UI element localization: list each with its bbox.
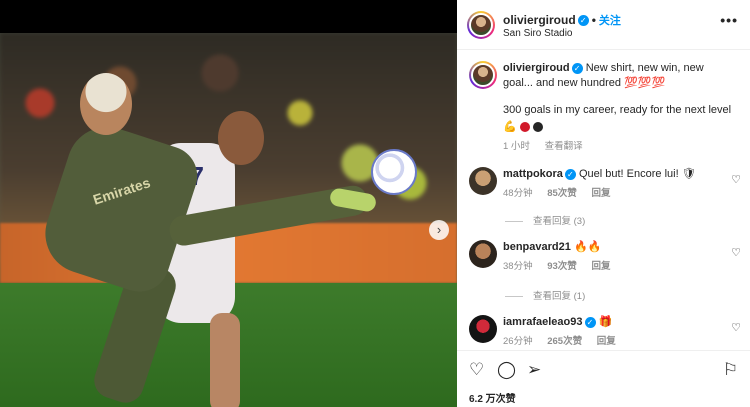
post-side-panel: oliviergiroud ✓ • 关注 San Siro Stadio ••• ol… bbox=[457, 0, 750, 407]
follow-button[interactable]: 关注 bbox=[599, 15, 621, 27]
shield-emoji-icon: 🛡 bbox=[681, 168, 696, 180]
commenter-avatar[interactable] bbox=[469, 167, 497, 195]
comment-item: mattpokora ✓ Quel but! Encore lui! 🛡 48分钟… bbox=[469, 167, 749, 207]
caption-text-2: 300 goals in my career, ready for the ne… bbox=[503, 104, 732, 116]
commenter-avatar[interactable] bbox=[469, 315, 497, 343]
post-actions-bar: ♡ ◯ ➢ ⚐ 6.2 万次赞 bbox=[457, 350, 750, 407]
more-options-icon[interactable]: ••• bbox=[720, 12, 738, 28]
heart-icon[interactable]: ♡ bbox=[469, 360, 484, 380]
post-header: oliviergiroud ✓ • 关注 San Siro Stadio ••• bbox=[457, 0, 750, 50]
author-username[interactable]: oliviergiroud bbox=[503, 13, 576, 27]
comment-likes[interactable]: 265次赞 bbox=[547, 336, 582, 347]
post-caption: oliviergiroud ✓ New shirt, new win, new g… bbox=[469, 61, 749, 161]
share-icon[interactable]: ➢ bbox=[527, 360, 541, 380]
view-replies-button[interactable]: 查看回复 (3) bbox=[505, 213, 585, 227]
hundred-emoji-icon: 💯💯💯 bbox=[624, 77, 666, 89]
like-count[interactable]: 6.2 万次赞 bbox=[469, 390, 516, 405]
reply-button[interactable]: 回复 bbox=[591, 188, 610, 199]
gift-emoji-icon: 🎁 bbox=[598, 316, 613, 328]
comment-item: benpavard21 🔥🔥 38分钟 93次赞 回复 ♡ bbox=[469, 240, 749, 280]
heart-icon[interactable]: ♡ bbox=[731, 246, 741, 259]
striker-head bbox=[80, 73, 132, 135]
post-photo-panel: 17 Emirates › bbox=[0, 0, 457, 407]
reply-button[interactable]: 回复 bbox=[591, 261, 610, 272]
comment-time: 26分钟 bbox=[503, 336, 533, 347]
caption-avatar[interactable] bbox=[469, 61, 497, 89]
caption-username[interactable]: oliviergiroud bbox=[503, 62, 570, 74]
comment-username[interactable]: iamrafaeleao93 bbox=[503, 316, 583, 328]
comment-text: Quel but! Encore lui! bbox=[578, 168, 679, 180]
reply-button[interactable]: 回复 bbox=[597, 336, 616, 347]
author-username-row: oliviergiroud ✓ • 关注 bbox=[503, 13, 621, 27]
red-circle-icon bbox=[519, 122, 530, 133]
comment-item: iamrafaeleao93 ✓ 🎁 26分钟 265次赞 回复 ♡ bbox=[469, 315, 749, 349]
commenter-avatar[interactable] bbox=[469, 240, 497, 268]
chevron-right-icon[interactable]: › bbox=[429, 220, 449, 240]
comment-meta: 48分钟 85次赞 回复 bbox=[503, 186, 733, 201]
flexed-bicep-icon: 💪 bbox=[503, 121, 517, 133]
comment-meta: 38分钟 93次赞 回复 bbox=[503, 259, 733, 274]
defender-leg bbox=[210, 313, 240, 407]
comment-username[interactable]: benpavard21 bbox=[503, 241, 571, 253]
comment-username[interactable]: mattpokora bbox=[503, 168, 563, 180]
verified-badge-icon: ✓ bbox=[571, 62, 583, 74]
caption-emojis: 💪 bbox=[503, 120, 733, 135]
caption-time: 1 小时 bbox=[503, 141, 530, 152]
defender-head bbox=[218, 111, 264, 165]
comment-icon[interactable]: ◯ bbox=[497, 360, 516, 380]
fire-emoji-icon: 🔥🔥 bbox=[573, 241, 602, 253]
caption-meta: 1 小时 查看翻译 bbox=[503, 139, 733, 154]
comments-list[interactable]: oliviergiroud ✓ New shirt, new win, new g… bbox=[457, 51, 750, 349]
black-circle-icon bbox=[532, 122, 543, 133]
comment-time: 38分钟 bbox=[503, 261, 533, 272]
caption-translate[interactable]: 查看翻译 bbox=[545, 141, 583, 152]
comment-likes[interactable]: 85次赞 bbox=[547, 188, 577, 199]
verified-badge-icon: ✓ bbox=[564, 168, 576, 180]
comment-likes[interactable]: 93次赞 bbox=[547, 261, 577, 272]
post-location[interactable]: San Siro Stadio bbox=[503, 28, 573, 39]
football bbox=[371, 149, 417, 195]
post-image: 17 Emirates bbox=[0, 33, 457, 407]
view-replies-button[interactable]: 查看回复 (1) bbox=[505, 288, 585, 302]
heart-icon[interactable]: ♡ bbox=[731, 173, 741, 186]
verified-badge-icon: ✓ bbox=[584, 316, 596, 328]
verified-badge-icon: ✓ bbox=[577, 15, 589, 27]
comment-meta: 26分钟 265次赞 回复 bbox=[503, 334, 733, 349]
comment-time: 48分钟 bbox=[503, 188, 533, 199]
author-avatar[interactable] bbox=[467, 11, 495, 39]
bookmark-icon[interactable]: ⚐ bbox=[723, 360, 738, 380]
heart-icon[interactable]: ♡ bbox=[731, 321, 741, 334]
